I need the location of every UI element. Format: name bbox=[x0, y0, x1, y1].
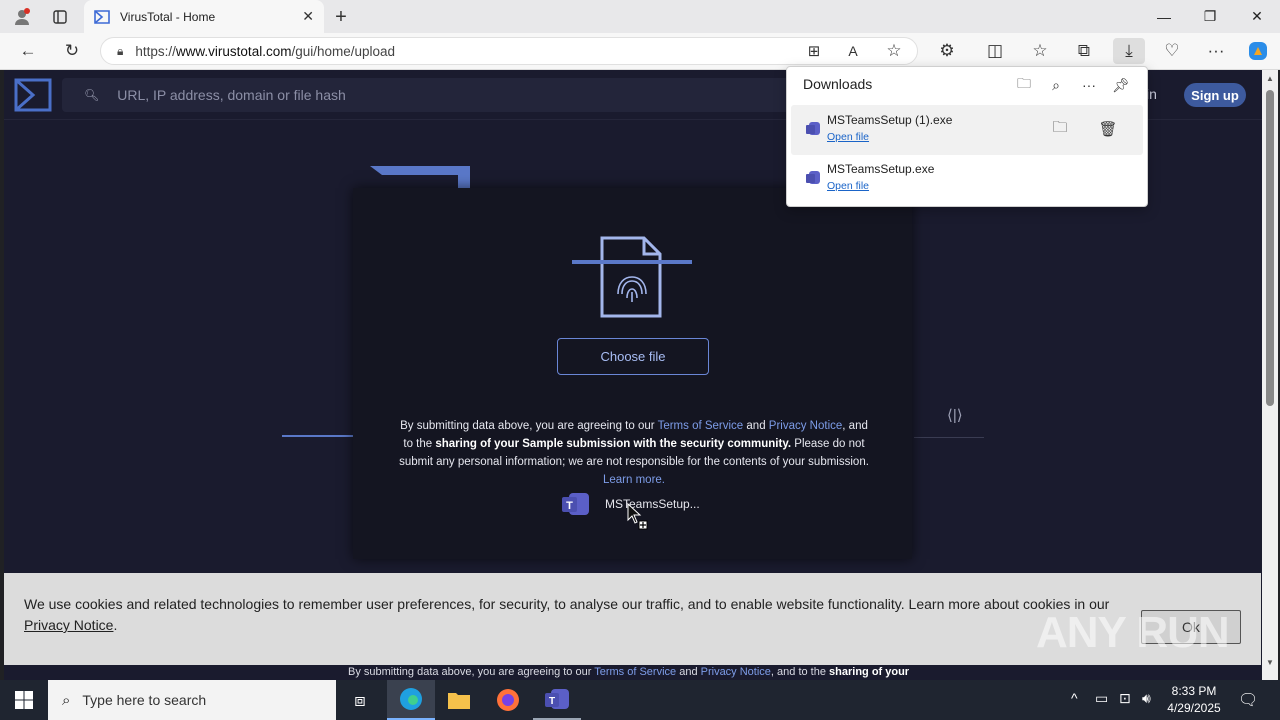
lock-icon: 🔒︎ bbox=[117, 43, 124, 58]
fingerprint-file-icon bbox=[572, 236, 692, 318]
favorites-icon[interactable]: ☆ bbox=[1027, 38, 1053, 64]
taskbar-search[interactable]: ⌕ Type here to search bbox=[48, 680, 336, 720]
sign-up-button[interactable]: Sign up bbox=[1184, 83, 1246, 107]
clock[interactable]: 8:33 PM 4/29/2025 bbox=[1156, 683, 1232, 717]
read-aloud-icon[interactable]: A bbox=[840, 38, 866, 64]
copilot-icon[interactable] bbox=[1245, 38, 1271, 64]
learn-more-link[interactable]: Learn more. bbox=[603, 474, 665, 486]
close-window-icon[interactable]: ✕ bbox=[1234, 0, 1280, 33]
download-name: MSTeamsSetup.exe bbox=[827, 162, 935, 176]
delete-icon[interactable]: 🗑︎ bbox=[1097, 118, 1119, 140]
open-file-link[interactable]: Open file bbox=[827, 180, 869, 192]
bottom-terms-link[interactable]: Terms of Service bbox=[594, 666, 676, 678]
scroll-thumb[interactable] bbox=[1266, 90, 1274, 406]
downloads-panel: Downloads 🗀 ⌕ ··· 📌︎ MSTeamsSetup (1).ex… bbox=[786, 66, 1148, 207]
url-path: /gui/home/upload bbox=[291, 43, 396, 59]
file-drop-overlay[interactable]: Choose file By submitting data above, yo… bbox=[353, 188, 912, 559]
url-host: www.virustotal.com bbox=[175, 43, 292, 59]
drag-file-name: MSTeamsSetup... bbox=[605, 497, 700, 511]
collections-icon[interactable]: ⧉ bbox=[1071, 38, 1097, 64]
scroll-up-icon[interactable]: ▲ bbox=[1265, 74, 1275, 83]
choose-file-button[interactable]: Choose file bbox=[557, 338, 709, 375]
start-button[interactable] bbox=[0, 680, 48, 720]
browser-essentials-icon[interactable]: ♡ bbox=[1159, 38, 1185, 64]
clock-date: 4/29/2025 bbox=[1167, 701, 1221, 715]
search-placeholder: URL, IP address, domain or file hash bbox=[117, 87, 346, 103]
task-view-icon[interactable]: ⧈ bbox=[336, 680, 384, 720]
windows-taskbar: ⌕ Type here to search ⧈ T ^ ▭ ⊡ 🔊︎ 8:33 … bbox=[0, 680, 1280, 720]
notifications-icon[interactable]: 🗨︎ bbox=[1238, 690, 1258, 710]
restore-icon[interactable]: ❐ bbox=[1187, 0, 1233, 33]
downloads-more-icon[interactable]: ··· bbox=[1078, 74, 1100, 96]
device-icon[interactable]: ▭ bbox=[1095, 690, 1108, 707]
cookie-text: We use cookies and related technologies … bbox=[24, 596, 1110, 633]
upload-disclaimer: By submitting data above, you are agreei… bbox=[399, 420, 869, 486]
show-hidden-icons-icon[interactable]: ^ bbox=[1071, 690, 1078, 706]
file-explorer-icon[interactable] bbox=[435, 680, 483, 720]
back-icon[interactable]: ← bbox=[15, 38, 41, 64]
open-file-link[interactable]: Open file bbox=[827, 131, 869, 143]
favorite-star-icon[interactable]: ☆ bbox=[881, 38, 907, 64]
downloads-icon[interactable]: ⤓ bbox=[1113, 38, 1145, 64]
svg-text:T: T bbox=[549, 696, 555, 707]
firefox-icon[interactable] bbox=[484, 680, 532, 720]
tab-title: VirusTotal - Home bbox=[120, 9, 216, 24]
teams-icon: T bbox=[562, 493, 589, 515]
extensions-icon[interactable]: ⚙ bbox=[934, 38, 960, 64]
bottom-privacy-link[interactable]: Privacy Notice bbox=[701, 666, 771, 678]
split-screen-icon[interactable]: ◫ bbox=[982, 38, 1008, 64]
close-tab-icon[interactable]: ✕ bbox=[302, 8, 314, 25]
vt-search-input[interactable]: 🔍︎ URL, IP address, domain or file hash bbox=[62, 78, 802, 112]
download-name: MSTeamsSetup (1).exe bbox=[827, 113, 953, 127]
tab-actions-icon[interactable] bbox=[48, 5, 72, 29]
svg-text:T: T bbox=[566, 500, 573, 512]
refresh-icon[interactable]: ↻ bbox=[59, 38, 85, 64]
show-in-folder-icon[interactable]: 🗀 bbox=[1049, 118, 1071, 140]
privacy-notice-link[interactable]: Privacy Notice bbox=[769, 420, 843, 432]
windows-logo-icon bbox=[15, 691, 33, 709]
edge-icon[interactable] bbox=[387, 680, 435, 720]
teams-icon[interactable]: T bbox=[533, 680, 581, 720]
virustotal-logo-icon[interactable] bbox=[14, 78, 52, 112]
browser-tab-bar: VirusTotal - Home ✕ + — ❐ ✕ bbox=[0, 0, 1280, 33]
search-icon: 🔍︎ bbox=[84, 88, 100, 102]
pin-icon[interactable]: 📌︎ bbox=[1110, 74, 1132, 96]
volume-icon[interactable]: 🔊︎ bbox=[1142, 690, 1151, 707]
minimize-icon[interactable]: — bbox=[1141, 0, 1187, 33]
tab-virustotal[interactable]: VirusTotal - Home ✕ bbox=[84, 0, 324, 33]
teams-icon bbox=[806, 122, 820, 135]
apps-icon[interactable]: ⊞ bbox=[801, 38, 827, 64]
url-prefix: https:// bbox=[135, 43, 176, 59]
background-divider bbox=[914, 437, 984, 438]
scroll-down-icon[interactable]: ▼ bbox=[1265, 658, 1275, 667]
bottom-disclaimer: By submitting data above, you are agreei… bbox=[4, 665, 1261, 681]
downloads-title: Downloads bbox=[803, 76, 873, 92]
virustotal-favicon-icon bbox=[94, 9, 110, 24]
more-options-icon[interactable]: ··· bbox=[1203, 38, 1229, 64]
download-item[interactable]: MSTeamsSetup (1).exe Open file 🗀 🗑︎ bbox=[791, 105, 1143, 155]
download-item[interactable]: MSTeamsSetup.exe Open file bbox=[791, 154, 1143, 204]
background-tab-underline bbox=[282, 435, 354, 437]
open-downloads-folder-icon[interactable]: 🗀 bbox=[1013, 74, 1035, 96]
search-downloads-icon[interactable]: ⌕ bbox=[1045, 74, 1067, 96]
anyrun-watermark: ANY RUN bbox=[1036, 608, 1230, 657]
profile-icon[interactable] bbox=[10, 5, 34, 29]
teams-icon bbox=[806, 171, 820, 184]
terms-of-service-link[interactable]: Terms of Service bbox=[658, 420, 744, 432]
mouse-cursor-icon bbox=[627, 503, 648, 530]
network-icon[interactable]: ⊡ bbox=[1119, 690, 1131, 707]
clock-time: 8:33 PM bbox=[1171, 684, 1217, 698]
taskbar-search-placeholder: Type here to search bbox=[82, 692, 207, 708]
search-icon: ⌕ bbox=[62, 691, 71, 709]
cookie-privacy-link[interactable]: Privacy Notice bbox=[24, 617, 113, 633]
background-search-option-icon[interactable]: ⟨|⟩ bbox=[947, 406, 963, 424]
new-tab-icon[interactable]: + bbox=[329, 5, 353, 29]
page-scrollbar[interactable]: ▲ ▼ bbox=[1262, 70, 1278, 680]
address-bar[interactable]: 🔒︎ https://www.virustotal.com/gui/home/u… bbox=[100, 37, 918, 65]
